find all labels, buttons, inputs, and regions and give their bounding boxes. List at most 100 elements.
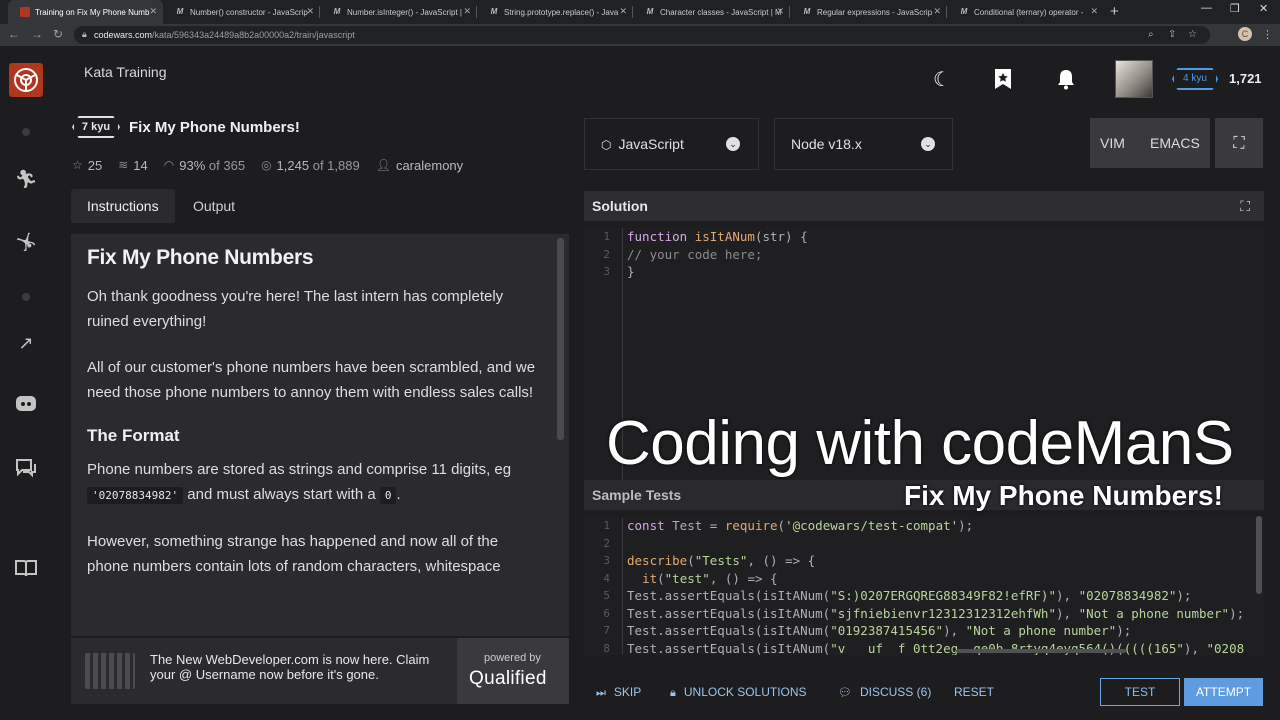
- code-line[interactable]: 1 const Test = require('@codewars/test-co…: [584, 517, 1264, 535]
- mdn-favicon-icon: M: [176, 7, 184, 16]
- code-line[interactable]: 7 Test.assertEquals(isItANum("01923874154…: [584, 622, 1264, 640]
- code-text: it("test", () => {: [642, 570, 778, 586]
- code-line[interactable]: 4 it("test", () => {: [584, 570, 1264, 588]
- notifications-bell-icon[interactable]: [1054, 68, 1078, 92]
- unlock-solutions-button[interactable]: 🔒︎ UNLOCK SOLUTIONS: [670, 685, 807, 700]
- new-tab-icon[interactable]: +: [1110, 3, 1119, 20]
- training-runner-icon[interactable]: 🏃︎: [14, 167, 38, 191]
- kata-title[interactable]: Fix My Phone Numbers!: [129, 119, 300, 136]
- profile-avatar[interactable]: C: [1238, 27, 1252, 41]
- user-icon: 👤︎: [375, 158, 391, 172]
- instructions-panel: Fix My Phone Numbers Oh thank goodness y…: [71, 234, 569, 636]
- minimize-icon[interactable]: —: [1201, 2, 1212, 14]
- code-line[interactable]: 3}: [584, 263, 1264, 281]
- zoom-icon[interactable]: ⌕: [1148, 29, 1154, 40]
- restore-icon[interactable]: ❐: [1230, 2, 1240, 15]
- menu-kebab-icon[interactable]: ⋮: [1262, 28, 1273, 41]
- line-number: 1: [603, 230, 610, 243]
- description-paragraph: Oh thank goodness you're here! The last …: [87, 288, 504, 330]
- bookmark-star-icon[interactable]: ☆: [1188, 29, 1197, 40]
- leaderboard-trend-icon[interactable]: ↗: [14, 331, 38, 355]
- docs-book-icon[interactable]: [14, 559, 38, 583]
- browser-tab[interactable]: Training on Fix My Phone Numb ✕: [8, 0, 163, 24]
- share-icon[interactable]: ⇪: [1168, 29, 1176, 40]
- browser-tab[interactable]: M Number.isInteger() - JavaScript | ✕: [320, 0, 477, 24]
- code-line[interactable]: 5 Test.assertEquals(isItANum("S:)0207ERGQ…: [584, 587, 1264, 605]
- tab-instructions[interactable]: Instructions: [71, 189, 175, 223]
- back-icon[interactable]: ←: [8, 27, 20, 41]
- attempt-button[interactable]: ATTEMPT: [1184, 678, 1263, 706]
- mdn-favicon-icon: M: [803, 7, 811, 16]
- collections-stat[interactable]: ≋ 14: [118, 158, 148, 173]
- code-line[interactable]: 8 Test.assertEquals(isItANum("v uf f 0tt2…: [584, 640, 1264, 656]
- description-heading: Fix My Phone Numbers: [87, 246, 314, 269]
- code-line[interactable]: 2: [584, 535, 1264, 553]
- chat-icon[interactable]: [14, 458, 38, 482]
- vim-button[interactable]: VIM: [1100, 118, 1125, 168]
- author-stat[interactable]: 👤︎ caralemony: [376, 158, 463, 173]
- lock-icon: 🔒︎: [670, 687, 676, 699]
- skip-icon: ⏭: [596, 687, 606, 699]
- mdn-favicon-icon: M: [333, 7, 341, 16]
- instructions-scrollbar[interactable]: [557, 238, 564, 440]
- tab-label: Training on Fix My Phone Numb: [35, 7, 150, 17]
- promo-logo-icon: [85, 653, 135, 689]
- emacs-button[interactable]: EMACS: [1150, 118, 1200, 168]
- address-bar[interactable]: 🔒︎ codewars.com/kata/596343a24489a8b2a00…: [74, 26, 1210, 44]
- stars-stat[interactable]: ☆ 25: [72, 158, 102, 173]
- practice-fighter-icon[interactable]: 🤸︎: [14, 230, 38, 254]
- code-line[interactable]: 3 describe("Tests", () => {: [584, 552, 1264, 570]
- browser-tab[interactable]: M Conditional (ternary) operator - ✕: [947, 0, 1104, 24]
- star-icon: ☆: [72, 158, 83, 172]
- discord-icon[interactable]: [14, 394, 38, 418]
- reset-button[interactable]: RESET: [954, 685, 994, 699]
- close-tab-icon[interactable]: ✕: [1090, 6, 1098, 16]
- tests-horizontal-scrollbar[interactable]: [956, 649, 1126, 653]
- promo-message: The New WebDeveloper.com is now here. Cl…: [150, 652, 430, 682]
- tab-label: Number() constructor - JavaScrip: [190, 7, 308, 17]
- discuss-button[interactable]: 💬︎ DISCUSS (6): [838, 685, 931, 699]
- code-line[interactable]: 1 function isItANum(str) {: [584, 228, 1264, 246]
- language-select[interactable]: ⬡ JavaScript ⌄: [584, 118, 759, 170]
- close-tab-icon[interactable]: ✕: [149, 6, 157, 16]
- browser-tab[interactable]: M String.prototype.replace() - Java ✕: [477, 0, 633, 24]
- tab-output[interactable]: Output: [177, 189, 251, 223]
- close-tab-icon[interactable]: ✕: [463, 6, 471, 16]
- bookmark-icon[interactable]: [991, 68, 1015, 92]
- rank-badge[interactable]: 4 kyu: [1172, 68, 1218, 90]
- honor-score[interactable]: 1,721: [1229, 71, 1262, 86]
- promo-banner[interactable]: The New WebDeveloper.com is now here. Cl…: [71, 638, 569, 704]
- reload-icon[interactable]: ↻: [53, 27, 63, 41]
- user-avatar[interactable]: [1115, 60, 1153, 98]
- code-line[interactable]: 2 // your code here;: [584, 246, 1264, 264]
- line-number: 1: [603, 519, 610, 532]
- test-button[interactable]: TEST: [1100, 678, 1180, 706]
- close-tab-icon[interactable]: ✕: [619, 6, 627, 16]
- close-tab-icon[interactable]: ✕: [933, 6, 941, 16]
- skip-button[interactable]: ⏭ SKIP: [596, 685, 641, 700]
- dark-mode-moon-icon[interactable]: ☾: [930, 68, 954, 92]
- codewars-logo-icon[interactable]: [9, 63, 43, 97]
- fullscreen-button[interactable]: ⛶: [1215, 118, 1263, 168]
- browser-tab[interactable]: M Character classes - JavaScript | M ✕: [633, 0, 790, 24]
- forward-icon[interactable]: →: [31, 27, 43, 41]
- code-line[interactable]: 6 Test.assertEquals(isItANum("sjfniebienv…: [584, 605, 1264, 623]
- browser-tab[interactable]: M Number() constructor - JavaScrip ✕: [163, 0, 320, 24]
- sample-tests-editor[interactable]: 1 const Test = require('@codewars/test-co…: [584, 517, 1264, 655]
- video-overlay-title: Coding with codeManS: [606, 409, 1234, 478]
- close-tab-icon[interactable]: ✕: [776, 6, 784, 16]
- kata-stats: ☆ 25 ≋ 14 ◠ 93% of 365 ◎ 1,245 of 1,889 👤︎ ca…: [72, 156, 479, 174]
- mdn-favicon-icon: M: [490, 7, 498, 16]
- description-paragraph: All of our customer's phone numbers have…: [87, 359, 536, 401]
- qualified-badge[interactable]: powered by Qualified: [457, 638, 569, 704]
- solution-header: Solution ⛶: [584, 191, 1264, 221]
- browser-tab[interactable]: M Regular expressions - JavaScrip ✕: [790, 0, 947, 24]
- expand-icon[interactable]: ⛶: [1240, 191, 1250, 221]
- close-tab-icon[interactable]: ✕: [306, 6, 314, 16]
- keymap-toggle: VIM EMACS: [1090, 118, 1210, 168]
- close-window-icon[interactable]: ✕: [1259, 2, 1268, 15]
- runtime-select[interactable]: Node v18.x ⌄: [774, 118, 953, 170]
- line-number: 4: [603, 571, 610, 585]
- line-number: 2: [603, 247, 610, 261]
- tests-scrollbar[interactable]: [1256, 516, 1262, 594]
